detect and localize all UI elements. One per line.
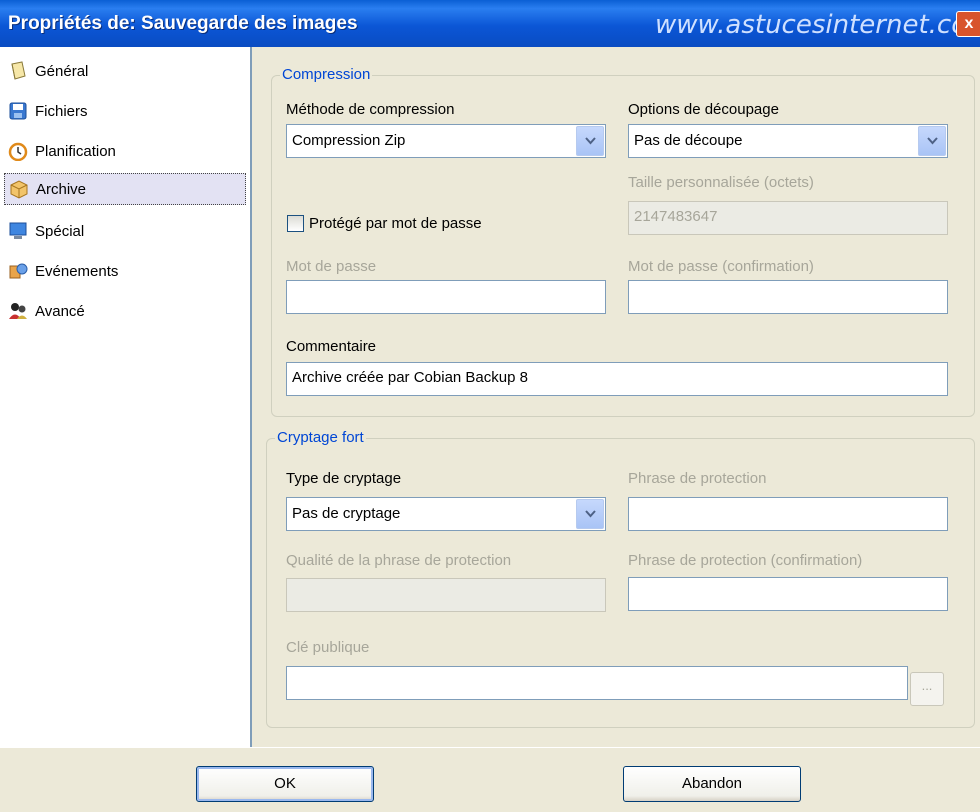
public-key-field[interactable] bbox=[286, 666, 908, 700]
custom-size-field[interactable]: 2147483647 bbox=[628, 201, 948, 235]
sidebar-item-label: Evénements bbox=[35, 262, 119, 280]
dialog-footer: OK Abandon bbox=[0, 747, 980, 812]
sidebar-item-schedule[interactable]: Planification bbox=[8, 135, 246, 167]
close-button[interactable]: x bbox=[956, 11, 980, 37]
passphrase-confirm-label: Phrase de protection (confirmation) bbox=[628, 552, 863, 569]
password-protected-checkbox[interactable] bbox=[287, 215, 304, 232]
browse-public-key-button[interactable]: ... bbox=[910, 672, 944, 706]
split-options-label: Options de découpage bbox=[628, 101, 779, 118]
close-icon: x bbox=[964, 15, 974, 32]
dropdown-button[interactable] bbox=[918, 126, 946, 156]
monitor-icon bbox=[9, 222, 27, 239]
encryption-type-label: Type de cryptage bbox=[286, 470, 402, 487]
chevron-down-icon bbox=[927, 137, 938, 145]
dropdown-button[interactable] bbox=[576, 499, 604, 529]
watermark: www.astucesinternet.com bbox=[655, 10, 980, 40]
passphrase-label: Phrase de protection bbox=[628, 470, 767, 487]
sidebar-item-archive[interactable]: Archive bbox=[4, 173, 246, 205]
password-label: Mot de passe bbox=[286, 258, 377, 275]
sidebar-item-files[interactable]: Fichiers bbox=[8, 95, 246, 127]
password-confirm-label: Mot de passe (confirmation) bbox=[628, 258, 814, 275]
group-legend: Compression bbox=[280, 66, 373, 83]
select-value: Pas de cryptage bbox=[292, 505, 401, 522]
sidebar-item-label: Archive bbox=[36, 180, 87, 198]
floppy-icon bbox=[9, 102, 27, 120]
encryption-type-select[interactable]: Pas de cryptage bbox=[286, 497, 606, 531]
archive-panel: Compression Méthode de compression Compr… bbox=[252, 47, 980, 747]
group-legend: Cryptage fort bbox=[275, 429, 366, 446]
sidebar-item-special[interactable]: Spécial bbox=[8, 215, 246, 247]
comment-label: Commentaire bbox=[286, 338, 377, 355]
users-icon bbox=[9, 303, 27, 319]
password-confirm-field[interactable] bbox=[628, 280, 948, 314]
split-options-select[interactable]: Pas de découpe bbox=[628, 124, 948, 158]
compression-method-select[interactable]: Compression Zip bbox=[286, 124, 606, 158]
title-bar: Propriétés de: Sauvegarde des images www… bbox=[0, 0, 980, 47]
passphrase-quality-label: Qualité de la phrase de protection bbox=[286, 552, 512, 569]
cancel-button[interactable]: Abandon bbox=[623, 766, 801, 802]
chevron-down-icon bbox=[585, 137, 596, 145]
sidebar-item-label: Fichiers bbox=[35, 102, 88, 120]
clock-icon bbox=[8, 142, 28, 161]
sidebar-item-label: Général bbox=[35, 62, 89, 80]
password-field[interactable] bbox=[286, 280, 606, 314]
package-icon bbox=[10, 180, 28, 199]
book-icon bbox=[11, 61, 26, 80]
custom-size-label: Taille personnalisée (octets) bbox=[628, 174, 814, 191]
sidebar-item-label: Spécial bbox=[35, 222, 85, 240]
sidebar: Général Fichiers Planification Archive S… bbox=[0, 47, 252, 747]
ok-button[interactable]: OK bbox=[196, 766, 374, 802]
select-value: Compression Zip bbox=[292, 132, 406, 149]
sidebar-item-events[interactable]: Evénements bbox=[8, 255, 246, 287]
compression-method-label: Méthode de compression bbox=[286, 101, 455, 118]
window-title: Propriétés de: Sauvegarde des images bbox=[8, 13, 358, 34]
dropdown-button[interactable] bbox=[576, 126, 604, 156]
public-key-label: Clé publique bbox=[286, 639, 370, 656]
events-icon bbox=[9, 263, 28, 279]
passphrase-quality-meter bbox=[286, 578, 606, 612]
sidebar-item-general[interactable]: Général bbox=[8, 55, 246, 87]
select-value: Pas de découpe bbox=[634, 132, 743, 149]
password-protected-label: Protégé par mot de passe bbox=[309, 215, 482, 232]
comment-field[interactable]: Archive créée par Cobian Backup 8 bbox=[286, 362, 948, 396]
sidebar-item-advanced[interactable]: Avancé bbox=[8, 295, 246, 327]
chevron-down-icon bbox=[585, 510, 596, 518]
passphrase-confirm-field[interactable] bbox=[628, 577, 948, 611]
sidebar-item-label: Planification bbox=[35, 142, 116, 160]
passphrase-field[interactable] bbox=[628, 497, 948, 531]
sidebar-item-label: Avancé bbox=[35, 302, 85, 320]
